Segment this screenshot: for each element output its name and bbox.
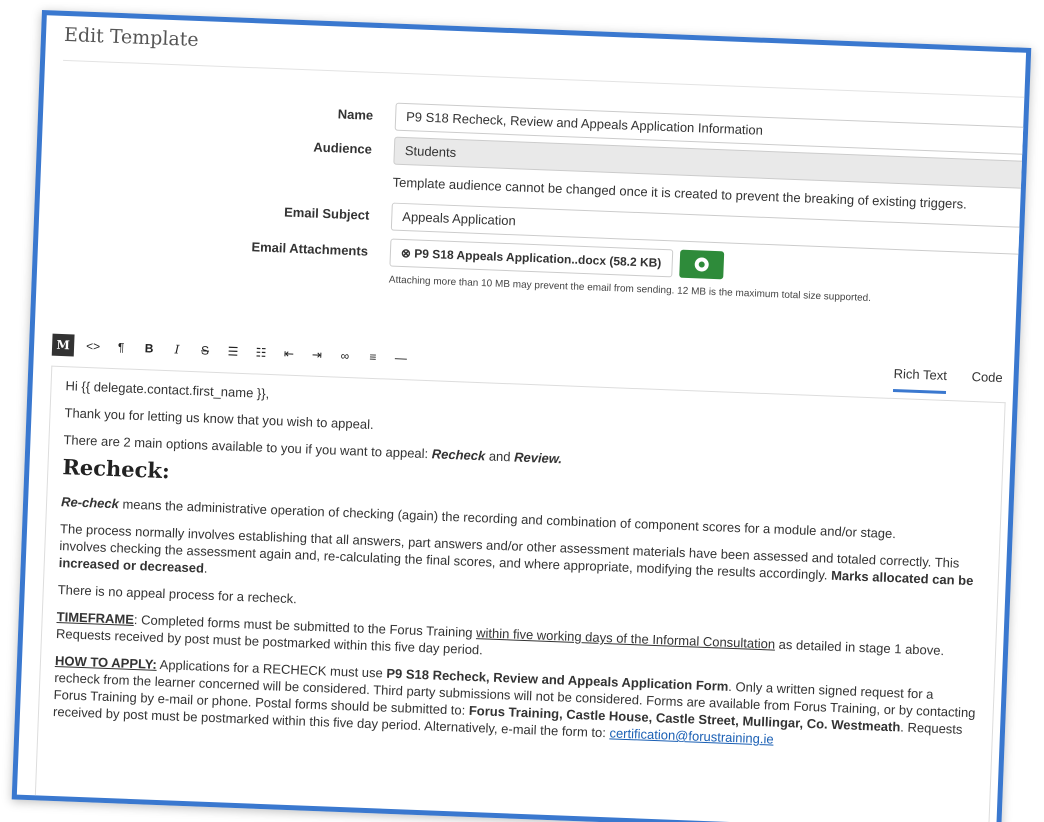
strikethrough-button[interactable]: S [196, 339, 215, 362]
bullet-list-icon[interactable]: ☰ [224, 340, 243, 363]
page-title: Edit Template [63, 23, 200, 52]
bold-button[interactable]: B [140, 337, 159, 360]
code-button[interactable]: <> [84, 335, 103, 358]
review-option: Review. [513, 449, 563, 467]
italic-button[interactable]: I [168, 338, 187, 361]
email-subject-label: Email Subject [283, 204, 370, 223]
name-label: Name [337, 106, 374, 123]
attachment-help-text: Attaching more than 10 MB may prevent th… [388, 274, 872, 305]
timeframe-label: TIMEFRAME [56, 609, 135, 627]
tab-rich-text[interactable]: Rich Text [892, 365, 948, 394]
timeframe-deadline: within five working days of the Informal… [475, 625, 776, 652]
how-to-apply-label: HOW TO APPLY: [54, 652, 158, 672]
process-end: . [203, 560, 208, 576]
paragraph-button[interactable]: ¶ [112, 336, 131, 359]
screenshot-stage: Edit Template Name P9 S18 Recheck, Revie… [0, 0, 1044, 822]
rich-text-editor[interactable]: Hi {{ delegate.contact.first_name }}, Th… [33, 365, 1006, 822]
audience-label: Audience [313, 139, 373, 157]
add-attachment-button[interactable] [679, 249, 725, 280]
email-attachments-label: Email Attachments [251, 239, 369, 259]
markdown-mode-button[interactable]: M [51, 333, 75, 357]
edit-template-panel: Edit Template Name P9 S18 Recheck, Revie… [11, 10, 1032, 822]
recheck-term: Re-check [60, 494, 120, 512]
recheck-option: Recheck [431, 446, 486, 464]
link-icon[interactable]: ∞ [336, 345, 355, 368]
indent-icon[interactable]: ⇥ [308, 343, 327, 366]
align-left-icon[interactable]: ≡ [364, 346, 383, 369]
outdent-icon[interactable]: ⇤ [280, 342, 299, 365]
numbered-list-icon[interactable]: ☷ [252, 341, 271, 364]
attachment-filename: P9 S18 Appeals Application..docx (58.2 K… [414, 246, 662, 270]
title-divider [63, 59, 1025, 98]
horizontal-rule-icon[interactable]: — [391, 347, 410, 370]
tab-code[interactable]: Code [971, 369, 1003, 385]
options-and: and [484, 448, 515, 465]
add-circle-icon [694, 257, 709, 272]
remove-attachment-icon[interactable]: ⊗ [401, 246, 412, 260]
attachment-chip[interactable]: ⊗ P9 S18 Appeals Application..docx (58.2… [389, 238, 673, 278]
